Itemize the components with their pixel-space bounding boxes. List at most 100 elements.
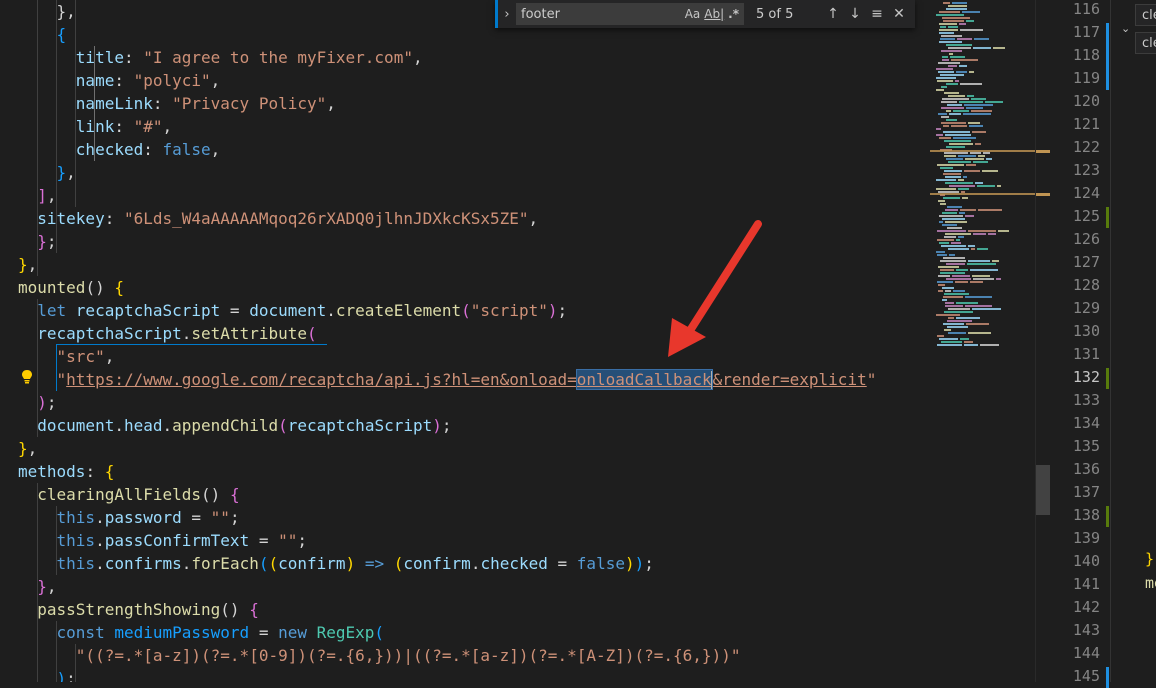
side-tab[interactable]: cle <box>1135 4 1156 26</box>
minimap-line <box>943 257 965 259</box>
minimap-line <box>941 50 962 52</box>
minimap-line <box>952 2 967 4</box>
minimap-line <box>980 344 999 346</box>
minimap-line <box>944 152 968 154</box>
minimap-line <box>968 230 996 232</box>
minimap-line <box>956 302 978 304</box>
minimap-line <box>983 152 990 154</box>
minimap-line <box>993 47 1005 49</box>
line-number: 117 <box>1072 23 1100 41</box>
minimap-line <box>945 302 954 304</box>
minimap-line <box>982 170 998 172</box>
minimap-line <box>936 14 964 16</box>
scroll-thumb[interactable] <box>1036 465 1050 515</box>
minimap-line <box>942 299 947 301</box>
minimap-line <box>944 170 962 172</box>
minimap-line <box>939 242 949 244</box>
minimap-line <box>973 278 994 280</box>
minimap-line <box>951 125 967 127</box>
minimap-line <box>953 137 976 139</box>
minimap-line <box>965 305 992 307</box>
minimap-line <box>941 341 962 343</box>
minimap-line <box>945 290 951 292</box>
line-number: 130 <box>1072 322 1100 340</box>
line-number: 140 <box>1072 552 1100 570</box>
minimap-line <box>944 329 951 331</box>
minimap-line <box>939 137 951 139</box>
minimap-line <box>936 77 956 79</box>
minimap-line <box>946 278 971 280</box>
minimap-line <box>966 20 974 22</box>
minimap-line <box>945 209 958 211</box>
minimap-line <box>946 263 965 265</box>
code-fragment: me <box>1145 574 1156 592</box>
minimap-line <box>938 290 943 292</box>
minimap-line <box>968 245 975 247</box>
minimap-line <box>943 131 970 133</box>
code-fragment: } <box>1145 550 1155 568</box>
minimap-line <box>967 95 974 97</box>
line-number: 139 <box>1072 529 1100 547</box>
minimap-line <box>942 287 954 289</box>
minimap-line <box>945 233 971 235</box>
minimap-line <box>973 47 991 49</box>
minimap-line <box>966 323 989 325</box>
minimap-line <box>962 11 980 13</box>
minimap-line <box>947 227 962 229</box>
minimap-line <box>948 332 966 334</box>
minimap-line <box>940 74 964 76</box>
line-number: 134 <box>1072 414 1100 432</box>
minimap-line <box>949 143 973 145</box>
minimap-line <box>942 224 957 226</box>
line-number: 136 <box>1072 460 1100 478</box>
minimap-line <box>970 281 983 283</box>
chevron-down-icon[interactable]: ⌄ <box>1121 22 1130 35</box>
minimap-line <box>968 332 991 334</box>
minimap-line <box>947 206 962 208</box>
minimap-line <box>941 122 966 124</box>
minimap-line <box>936 89 944 91</box>
line-number: 125 <box>1072 207 1100 225</box>
minimap-line <box>986 158 992 160</box>
minimap-line <box>938 62 960 64</box>
minimap-line <box>944 92 959 94</box>
line-number: 116 <box>1072 0 1100 18</box>
minimap-line <box>960 29 983 31</box>
minimap-line <box>966 164 976 166</box>
minimap-line <box>988 233 996 235</box>
minimap-line <box>948 65 957 67</box>
minimap[interactable] <box>930 0 1050 682</box>
minimap-line <box>943 20 964 22</box>
line-number: 129 <box>1072 299 1100 317</box>
minimap-line <box>956 269 968 271</box>
minimap-line <box>939 221 943 223</box>
minimap-line <box>943 173 961 175</box>
minimap-line <box>943 125 949 127</box>
minimap-line <box>942 98 969 100</box>
minimap-line <box>942 56 948 58</box>
minimap-line <box>942 212 957 214</box>
side-editor-panel: ⌄ cle cle } me <box>1110 0 1156 682</box>
vertical-scrollbar[interactable] <box>1035 0 1050 682</box>
minimap-line <box>939 11 960 13</box>
minimap-line <box>959 23 966 25</box>
minimap-line <box>946 83 958 85</box>
minimap-line <box>940 272 965 274</box>
side-tab[interactable]: cle <box>1135 32 1156 54</box>
minimap-line <box>938 71 954 73</box>
minimap-line <box>940 269 954 271</box>
minimap-line <box>959 212 965 214</box>
minimap-line <box>939 32 954 34</box>
line-number: 141 <box>1072 575 1100 593</box>
minimap-line <box>959 101 983 103</box>
minimap-line <box>949 254 955 256</box>
minimap-line <box>953 290 965 292</box>
minimap-line <box>948 5 967 7</box>
minimap-line <box>965 158 984 160</box>
git-change-marker <box>1106 667 1109 688</box>
minimap-line <box>949 53 953 55</box>
minimap-line <box>940 203 946 205</box>
minimap-line <box>941 35 962 37</box>
minimap-line <box>964 104 993 106</box>
minimap-line <box>970 152 981 154</box>
